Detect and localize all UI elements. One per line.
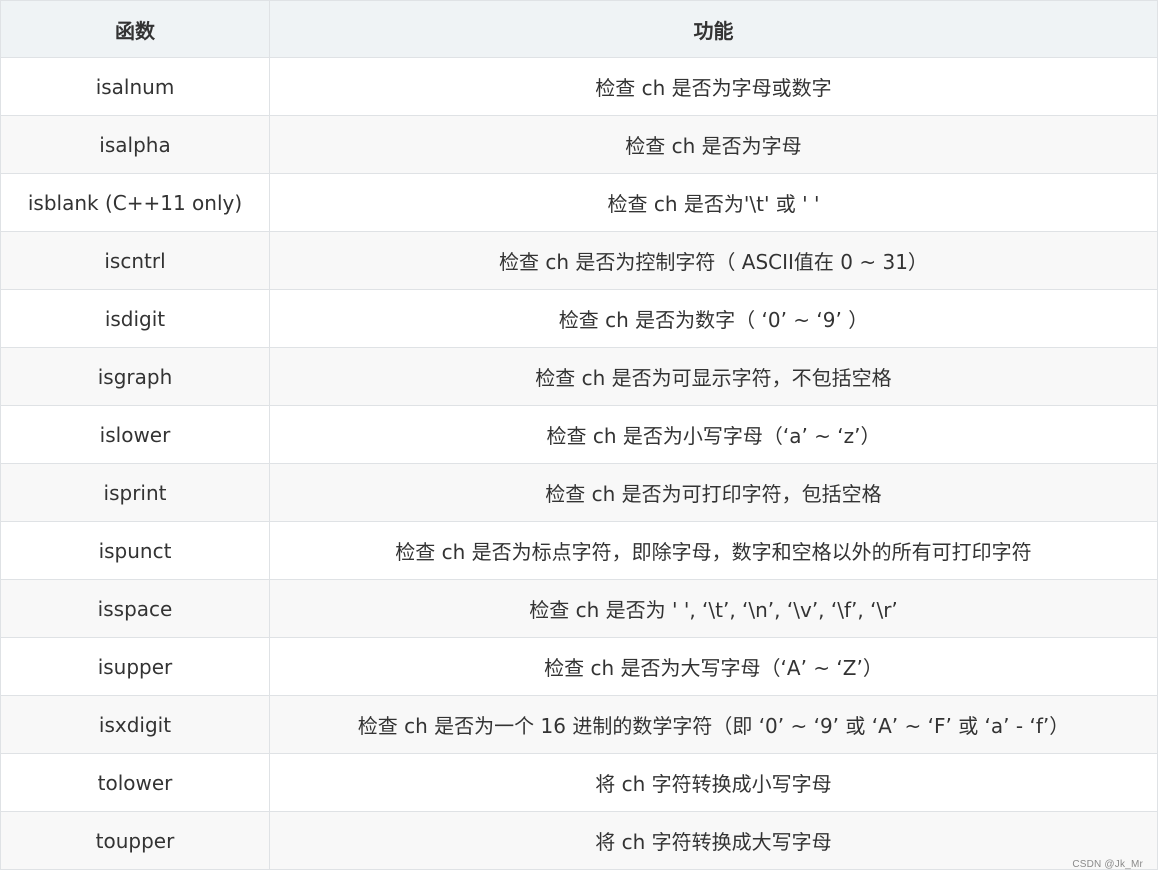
function-description-cell: 检查 ch 是否为一个 16 进制的数学字符（即 ‘0’ ~ ‘9’ 或 ‘A’…	[269, 695, 1158, 754]
function-name-cell: islower	[0, 405, 270, 464]
function-name-cell: isgraph	[0, 347, 270, 406]
watermark: CSDN @Jk_Mr	[1072, 859, 1143, 870]
function-description-cell: 检查 ch 是否为大写字母（‘A’ ~ ‘Z’）	[269, 637, 1158, 696]
function-name-cell: ispunct	[0, 521, 270, 580]
table-row: iscntrl 检查 ch 是否为控制字符（ ASCII值在 0 ~ 31）	[0, 231, 1158, 290]
function-description-cell: 检查 ch 是否为数字（ ‘0’ ~ ‘9’ ）	[269, 289, 1158, 348]
function-name-cell: iscntrl	[0, 231, 270, 290]
function-description-cell: 检查 ch 是否为控制字符（ ASCII值在 0 ~ 31）	[269, 231, 1158, 290]
function-name-cell: isupper	[0, 637, 270, 696]
function-name-cell: isalnum	[0, 57, 270, 116]
function-name-cell: isalpha	[0, 115, 270, 174]
table-row: tolower 将 ch 字符转换成小写字母	[0, 753, 1158, 812]
table-row: isalnum 检查 ch 是否为字母或数字	[0, 57, 1158, 116]
function-description-cell: 检查 ch 是否为字母或数字	[269, 57, 1158, 116]
table-row: isdigit 检查 ch 是否为数字（ ‘0’ ~ ‘9’ ）	[0, 289, 1158, 348]
function-name-cell: isspace	[0, 579, 270, 638]
table-row: isxdigit 检查 ch 是否为一个 16 进制的数学字符（即 ‘0’ ~ …	[0, 695, 1158, 754]
table-row: toupper 将 ch 字符转换成大写字母	[0, 811, 1158, 870]
function-description-cell: 检查 ch 是否为 ' ', ‘\t’, ‘\n’, ‘\v’, ‘\f’, ‘…	[269, 579, 1158, 638]
function-description-cell: 检查 ch 是否为可显示字符，不包括空格	[269, 347, 1158, 406]
function-name-cell: isxdigit	[0, 695, 270, 754]
table-row: ispunct 检查 ch 是否为标点字符，即除字母，数字和空格以外的所有可打印…	[0, 521, 1158, 580]
function-description-cell: 检查 ch 是否为标点字符，即除字母，数字和空格以外的所有可打印字符	[269, 521, 1158, 580]
function-name-cell: isdigit	[0, 289, 270, 348]
function-description-cell: 检查 ch 是否为小写字母（‘a’ ~ ‘z’）	[269, 405, 1158, 464]
table-row: isgraph 检查 ch 是否为可显示字符，不包括空格	[0, 347, 1158, 406]
header-description: 功能	[269, 0, 1158, 58]
function-description-cell: 检查 ch 是否为字母	[269, 115, 1158, 174]
function-name-cell: toupper	[0, 811, 270, 870]
table-row: islower 检查 ch 是否为小写字母（‘a’ ~ ‘z’）	[0, 405, 1158, 464]
function-table: 函数 功能 isalnum 检查 ch 是否为字母或数字 isalpha 检查 …	[0, 0, 1158, 870]
function-description-cell: 将 ch 字符转换成大写字母	[269, 811, 1158, 870]
table-row: isprint 检查 ch 是否为可打印字符，包括空格	[0, 463, 1158, 522]
function-description-cell: 将 ch 字符转换成小写字母	[269, 753, 1158, 812]
function-name-cell: isprint	[0, 463, 270, 522]
header-function: 函数	[0, 0, 270, 58]
function-name-cell: isblank (C++11 only)	[0, 173, 270, 232]
table-row: isalpha 检查 ch 是否为字母	[0, 115, 1158, 174]
function-description-cell: 检查 ch 是否为可打印字符，包括空格	[269, 463, 1158, 522]
table-header-row: 函数 功能	[0, 0, 1158, 58]
function-description-cell: 检查 ch 是否为'\t' 或 ' '	[269, 173, 1158, 232]
table-row: isupper 检查 ch 是否为大写字母（‘A’ ~ ‘Z’）	[0, 637, 1158, 696]
table-row: isspace 检查 ch 是否为 ' ', ‘\t’, ‘\n’, ‘\v’,…	[0, 579, 1158, 638]
table-row: isblank (C++11 only) 检查 ch 是否为'\t' 或 ' '	[0, 173, 1158, 232]
function-name-cell: tolower	[0, 753, 270, 812]
